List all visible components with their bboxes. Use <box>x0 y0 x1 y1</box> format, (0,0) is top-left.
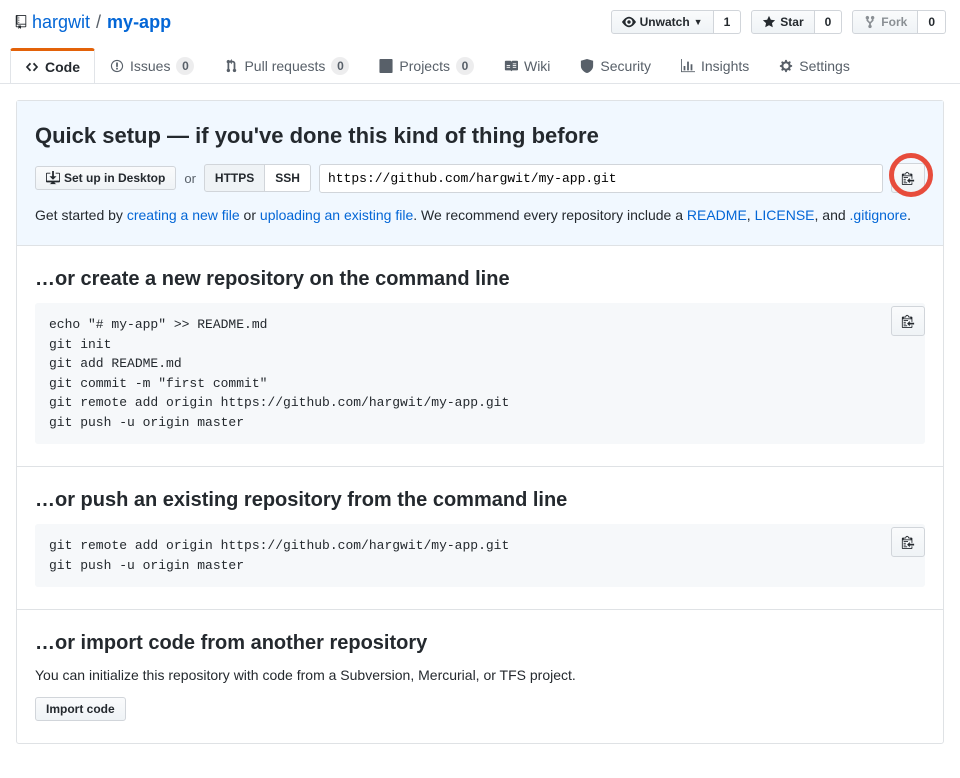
clipboard-icon <box>901 171 915 185</box>
tab-wiki[interactable]: Wiki <box>489 48 565 83</box>
import-desc: You can initialize this repository with … <box>35 667 925 683</box>
path-separator: / <box>96 12 101 33</box>
clipboard-icon <box>901 314 915 328</box>
upload-file-link[interactable]: uploading an existing file <box>260 207 413 223</box>
copy-create-button[interactable] <box>891 306 925 336</box>
projects-count: 0 <box>456 57 474 75</box>
or-text: or <box>184 171 196 186</box>
graph-icon <box>681 59 695 73</box>
tab-security[interactable]: Security <box>565 48 666 83</box>
copy-url-button[interactable] <box>891 163 925 193</box>
push-code-block[interactable]: git remote add origin https://github.com… <box>35 524 925 587</box>
copy-push-button[interactable] <box>891 527 925 557</box>
fork-label: Fork <box>881 15 907 29</box>
clone-row: Set up in Desktop or HTTPS SSH <box>35 163 925 193</box>
import-section-title: …or import code from another repository <box>35 632 925 655</box>
push-section: …or push an existing repository from the… <box>17 466 943 609</box>
repo-link[interactable]: my-app <box>107 12 171 33</box>
unwatch-label: Unwatch <box>640 15 690 29</box>
license-link[interactable]: LICENSE <box>755 207 815 223</box>
new-file-link[interactable]: creating a new file <box>127 207 240 223</box>
desktop-download-icon <box>46 171 60 185</box>
book-icon <box>504 59 518 73</box>
repo-header: hargwit / my-app Unwatch ▼ 1 Star 0 Fork… <box>0 0 960 34</box>
star-group: Star 0 <box>751 10 842 34</box>
quick-setup-title: Quick setup — if you've done this kind o… <box>35 123 925 149</box>
unwatch-button[interactable]: Unwatch ▼ <box>611 10 714 34</box>
tab-projects[interactable]: Projects 0 <box>364 48 489 83</box>
ssh-button[interactable]: SSH <box>265 164 311 192</box>
tab-pulls-label: Pull requests <box>244 58 325 74</box>
gear-icon <box>779 59 793 73</box>
caret-down-icon: ▼ <box>694 17 703 27</box>
owner-link[interactable]: hargwit <box>32 12 90 33</box>
repo-title: hargwit / my-app <box>14 12 171 33</box>
create-code-block[interactable]: echo "# my-app" >> README.md git init gi… <box>35 303 925 444</box>
code-icon <box>25 60 39 74</box>
star-button[interactable]: Star <box>751 10 814 34</box>
watch-count[interactable]: 1 <box>714 10 742 34</box>
fork-count[interactable]: 0 <box>918 10 946 34</box>
tab-insights[interactable]: Insights <box>666 48 764 83</box>
star-icon <box>762 15 776 29</box>
shield-icon <box>580 59 594 73</box>
tab-settings-label: Settings <box>799 58 850 74</box>
tab-projects-label: Projects <box>399 58 450 74</box>
help-text: Get started by creating a new file or up… <box>35 207 925 223</box>
https-button[interactable]: HTTPS <box>204 164 265 192</box>
gitignore-link[interactable]: .gitignore <box>850 207 908 223</box>
create-section-title: …or create a new repository on the comma… <box>35 268 925 291</box>
star-count[interactable]: 0 <box>815 10 843 34</box>
tab-code[interactable]: Code <box>10 48 95 83</box>
clone-url-input[interactable] <box>319 164 883 193</box>
eye-icon <box>622 15 636 29</box>
tab-pulls[interactable]: Pull requests 0 <box>209 48 364 83</box>
tab-code-label: Code <box>45 59 80 75</box>
fork-group: Fork 0 <box>852 10 946 34</box>
project-icon <box>379 59 393 73</box>
star-label: Star <box>780 15 803 29</box>
tab-issues-label: Issues <box>130 58 170 74</box>
protocol-toggle: HTTPS SSH <box>204 164 311 192</box>
main-content: Quick setup — if you've done this kind o… <box>0 84 960 778</box>
tab-settings[interactable]: Settings <box>764 48 865 83</box>
setup-desktop-button[interactable]: Set up in Desktop <box>35 166 176 190</box>
tab-wiki-label: Wiki <box>524 58 550 74</box>
issue-icon <box>110 59 124 73</box>
create-section: …or create a new repository on the comma… <box>17 245 943 466</box>
tab-issues[interactable]: Issues 0 <box>95 48 209 83</box>
clipboard-icon <box>901 535 915 549</box>
setup-box: Quick setup — if you've done this kind o… <box>16 100 944 744</box>
unwatch-group: Unwatch ▼ 1 <box>611 10 742 34</box>
pulls-count: 0 <box>331 57 349 75</box>
import-section: …or import code from another repository … <box>17 609 943 743</box>
fork-button[interactable]: Fork <box>852 10 918 34</box>
issues-count: 0 <box>176 57 194 75</box>
readme-link[interactable]: README <box>687 207 747 223</box>
fork-icon <box>863 15 877 29</box>
repo-actions: Unwatch ▼ 1 Star 0 Fork 0 <box>611 10 946 34</box>
pull-request-icon <box>224 59 238 73</box>
repo-nav: Code Issues 0 Pull requests 0 Projects 0… <box>0 48 960 84</box>
quick-setup-section: Quick setup — if you've done this kind o… <box>17 101 943 245</box>
repo-icon <box>14 15 28 29</box>
import-code-button[interactable]: Import code <box>35 697 126 721</box>
push-section-title: …or push an existing repository from the… <box>35 489 925 512</box>
setup-desktop-label: Set up in Desktop <box>64 171 165 185</box>
tab-security-label: Security <box>600 58 651 74</box>
tab-insights-label: Insights <box>701 58 749 74</box>
